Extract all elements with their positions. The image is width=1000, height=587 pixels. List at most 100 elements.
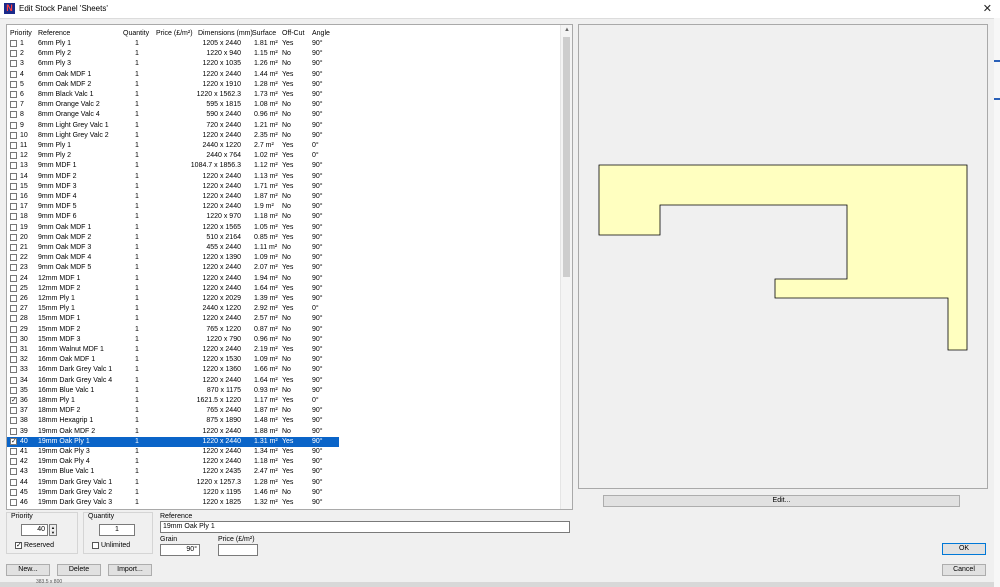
table-row[interactable]: 20 9mm Oak MDF 2 1 510 x 2164 0.85 m² Yes 90° — [7, 233, 339, 243]
row-checkbox[interactable] — [10, 233, 17, 241]
table-row[interactable]: 6 8mm Black Valc 1 1 1220 x 1562.3 1.73 m² Ye… — [7, 90, 339, 100]
import-button[interactable]: Import... — [108, 564, 152, 576]
table-row[interactable]: 36 18mm Ply 1 1 1621.5 x 1220 1.17 m² Yes 0° — [7, 396, 339, 406]
table-row[interactable]: 46 19mm Dark Grey Valc 3 1 1220 x 1825 1.32 … — [7, 498, 339, 508]
row-checkbox[interactable] — [10, 499, 17, 506]
row-checkbox[interactable] — [10, 40, 17, 47]
row-checkbox[interactable] — [10, 325, 17, 333]
vertical-scrollbar[interactable]: ▲ — [560, 25, 572, 509]
row-checkbox[interactable] — [10, 448, 17, 455]
row-checkbox[interactable] — [10, 223, 17, 231]
table-row[interactable]: 21 9mm Oak MDF 3 1 455 x 2440 1.11 m² No 90° — [7, 243, 339, 253]
table-row[interactable]: 18 9mm MDF 6 1 1220 x 970 1.18 m² No 90° — [7, 212, 339, 222]
close-icon[interactable]: ✕ — [983, 2, 992, 15]
table-row[interactable]: 17 9mm MDF 5 1 1220 x 2440 1.9 m² No 90° — [7, 202, 339, 212]
price-input[interactable] — [218, 544, 258, 556]
table-row[interactable]: 24 12mm MDF 1 1 1220 x 2440 1.94 m² No 90° — [7, 274, 339, 284]
row-checkbox[interactable] — [10, 213, 17, 221]
header-price[interactable]: Price (£/m²) — [156, 30, 193, 37]
row-checkbox[interactable] — [10, 376, 17, 384]
table-row[interactable]: 39 19mm Oak MDF 2 1 1220 x 2440 1.88 m² No 90° — [7, 427, 339, 437]
edit-button[interactable]: Edit... — [603, 495, 960, 507]
header-priority[interactable]: Priority — [10, 30, 32, 37]
row-checkbox[interactable] — [10, 193, 17, 200]
table-row[interactable]: 35 16mm Blue Valc 1 1 870 x 1175 0.93 m² No 90… — [7, 386, 339, 396]
table-row[interactable]: 16 9mm MDF 4 1 1220 x 2440 1.87 m² No 90° — [7, 192, 339, 202]
header-angle[interactable]: Angle — [312, 30, 330, 37]
row-checkbox[interactable] — [10, 437, 17, 447]
row-checkbox[interactable] — [10, 182, 17, 190]
header-reference[interactable]: Reference — [38, 30, 70, 37]
delete-button[interactable]: Delete — [57, 564, 101, 576]
table-row[interactable]: 2 6mm Ply 2 1 1220 x 940 1.15 m² No 90° — [7, 49, 339, 59]
row-checkbox[interactable] — [10, 356, 17, 364]
table-row[interactable]: 23 9mm Oak MDF 5 1 1220 x 2440 2.07 m² Yes 90° — [7, 263, 339, 273]
header-quantity[interactable]: Quantity — [123, 30, 149, 37]
header-offcut[interactable]: Off-Cut — [282, 30, 304, 37]
table-row[interactable]: 29 15mm MDF 2 1 765 x 1220 0.87 m² No 90° — [7, 325, 339, 335]
table-row[interactable]: 32 16mm Oak MDF 1 1 1220 x 1530 1.09 m² No 90° — [7, 355, 339, 365]
table-row[interactable]: 11 9mm Ply 1 1 2440 x 1220 2.7 m² Yes 0° — [7, 141, 339, 151]
priority-input[interactable]: 40 — [21, 524, 48, 536]
table-row[interactable]: 5 6mm Oak MDF 2 1 1220 x 1910 1.28 m² Yes 90° — [7, 80, 339, 90]
table-row[interactable]: 10 8mm Light Grey Valc 2 1 1220 x 2440 2.35 … — [7, 131, 339, 141]
row-checkbox[interactable] — [10, 386, 17, 394]
row-checkbox[interactable] — [10, 152, 17, 160]
stock-panel-list[interactable]: Priority Reference Quantity Price (£/m²)… — [6, 24, 573, 510]
table-row[interactable]: 45 19mm Dark Grey Valc 2 1 1220 x 1195 1.46 … — [7, 488, 339, 498]
row-checkbox[interactable] — [10, 121, 17, 129]
table-row[interactable]: 22 9mm Oak MDF 4 1 1220 x 1390 1.09 m² No 90° — [7, 253, 339, 263]
table-row[interactable]: 34 16mm Dark Grey Valc 4 1 1220 x 2440 1.64 … — [7, 376, 339, 386]
table-row[interactable]: 7 8mm Orange Valc 2 1 595 x 1815 1.08 m² No 90… — [7, 100, 339, 110]
row-checkbox[interactable] — [10, 315, 17, 323]
reference-input[interactable]: 19mm Oak Ply 1 — [160, 521, 570, 533]
table-row[interactable]: 19 9mm Oak MDF 1 1 1220 x 1565 1.05 m² Yes 90° — [7, 223, 339, 233]
scroll-thumb[interactable] — [563, 37, 570, 277]
row-checkbox[interactable] — [10, 274, 17, 282]
row-checkbox[interactable] — [10, 427, 17, 435]
row-checkbox[interactable] — [10, 396, 17, 406]
row-checkbox[interactable] — [10, 50, 17, 58]
quantity-input[interactable]: 1 — [99, 524, 135, 536]
row-checkbox[interactable] — [10, 131, 17, 139]
scroll-up-icon[interactable]: ▲ — [564, 27, 570, 33]
row-checkbox[interactable] — [10, 172, 17, 180]
table-row[interactable]: 3 6mm Ply 3 1 1220 x 1035 1.26 m² No 90° — [7, 59, 339, 69]
header-surface[interactable]: Surface — [252, 30, 276, 37]
table-row[interactable]: 38 18mm Hexagrip 1 1 875 x 1890 1.48 m² Yes 90… — [7, 416, 339, 426]
table-row[interactable]: 27 15mm Ply 1 1 2440 x 1220 2.92 m² Yes 0° — [7, 304, 339, 314]
grain-input[interactable]: 90° — [160, 544, 200, 556]
row-checkbox[interactable] — [10, 417, 17, 425]
row-checkbox[interactable] — [10, 335, 17, 343]
table-row[interactable]: 30 15mm MDF 3 1 1220 x 790 0.96 m² No 90° — [7, 335, 339, 345]
row-checkbox[interactable] — [10, 478, 17, 486]
reserved-checkbox[interactable] — [15, 541, 22, 549]
table-row[interactable]: 26 12mm Ply 1 1 1220 x 2029 1.39 m² Yes 90° — [7, 294, 339, 304]
row-checkbox[interactable] — [10, 60, 17, 68]
table-row[interactable]: 8 8mm Orange Valc 4 1 590 x 2440 0.96 m² No 90… — [7, 110, 339, 120]
table-row[interactable]: 37 18mm MDF 2 1 765 x 2440 1.87 m² No 90° — [7, 406, 339, 416]
row-checkbox[interactable] — [10, 244, 17, 251]
table-row[interactable]: 43 19mm Blue Valc 1 1 1220 x 2435 2.47 m² Yes… — [7, 467, 339, 477]
row-checkbox[interactable] — [10, 101, 17, 109]
table-row[interactable]: 9 8mm Light Grey Valc 1 1 720 x 2440 1.21 m²… — [7, 121, 339, 131]
table-row[interactable]: 14 9mm MDF 2 1 1220 x 2440 1.13 m² Yes 90° — [7, 172, 339, 182]
table-row[interactable]: 31 16mm Walnut MDF 1 1 1220 x 2440 2.19 m² Ye… — [7, 345, 339, 355]
row-checkbox[interactable] — [10, 91, 17, 98]
row-checkbox[interactable] — [10, 284, 17, 292]
priority-spinner[interactable]: ▲ ▼ — [49, 524, 57, 536]
row-checkbox[interactable] — [10, 346, 17, 353]
table-row[interactable]: 1 6mm Ply 1 1 1205 x 2440 1.81 m² Yes 90° — [7, 39, 339, 49]
table-row[interactable]: 41 19mm Oak Ply 3 1 1220 x 2440 1.34 m² Yes 90… — [7, 447, 339, 457]
table-row[interactable]: 4 6mm Oak MDF 1 1 1220 x 2440 1.44 m² Yes 90° — [7, 70, 339, 80]
row-checkbox[interactable] — [10, 264, 17, 272]
header-dimensions[interactable]: Dimensions (mm) — [198, 30, 253, 37]
row-checkbox[interactable] — [10, 488, 17, 496]
row-checkbox[interactable] — [10, 162, 17, 170]
row-checkbox[interactable] — [10, 305, 17, 313]
unlimited-checkbox[interactable] — [92, 542, 99, 549]
new-button[interactable]: New... — [6, 564, 50, 576]
row-checkbox[interactable] — [10, 203, 17, 211]
row-checkbox[interactable] — [10, 142, 17, 149]
table-row[interactable]: 44 19mm Dark Grey Valc 1 1 1220 x 1257.3 1.2… — [7, 478, 339, 488]
